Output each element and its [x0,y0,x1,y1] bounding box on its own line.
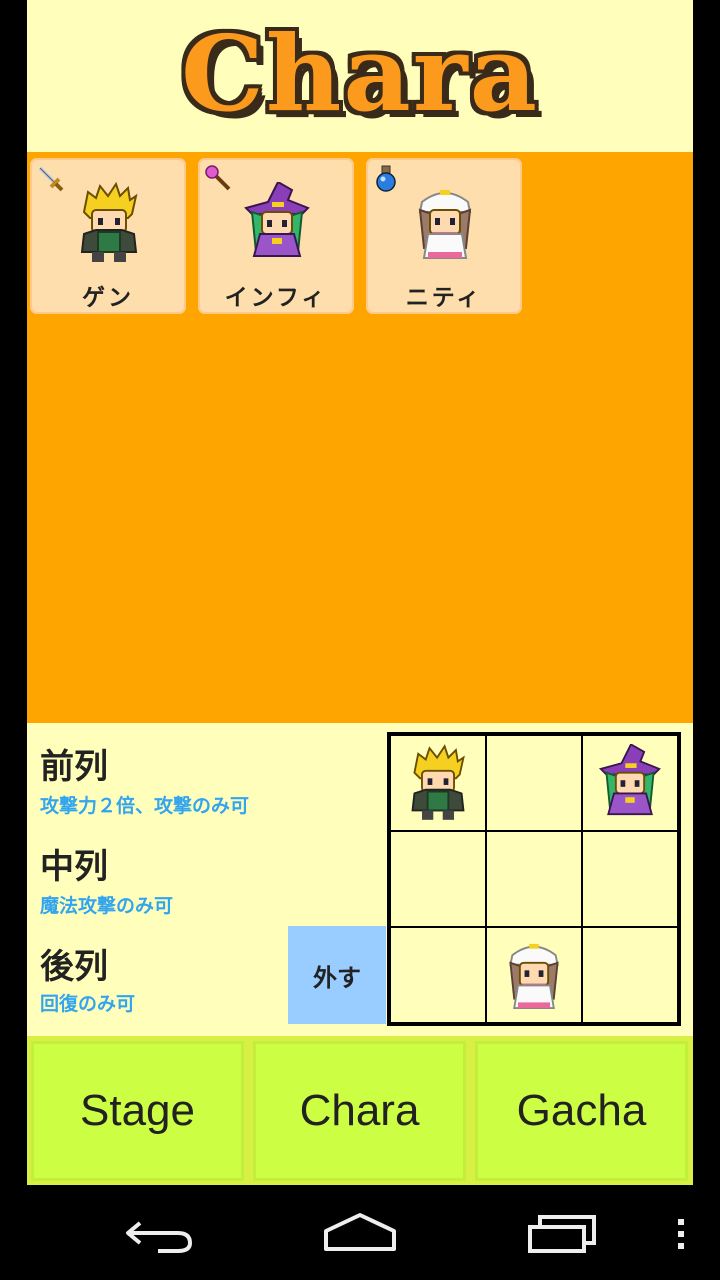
healer-sprite [419,189,471,259]
character-card-gen[interactable]: ゲン [30,158,186,314]
back-icon[interactable] [124,1215,196,1255]
grid-cell-back-left[interactable] [390,927,486,1023]
grid-cell-middle-right[interactable] [582,831,678,927]
grid-cell-front-center[interactable] [486,735,582,831]
recents-icon[interactable] [526,1213,598,1255]
potion-icon [376,165,396,192]
grid-cell-middle-center[interactable] [486,831,582,927]
character-name: ゲン [82,285,134,311]
healer-sprite [509,943,559,1009]
character-name: インフィ [224,285,328,311]
back-row-desc: 回復のみ可 [40,993,136,1015]
witch-sprite [245,182,309,257]
title-bar: Chara [27,0,693,152]
character-card-nity[interactable]: ニティ [366,158,522,314]
middle-row-label: 中列 [40,847,108,887]
formation-grid [387,732,681,1026]
system-nav-bar [0,1185,720,1280]
swordsman-sprite [411,745,465,821]
menu-icon[interactable] [674,1217,688,1251]
sword-icon [38,166,64,192]
character-list: ゲン インフィ ニティ [27,152,693,723]
back-row-label: 後列 [40,947,108,987]
grid-cell-front-right[interactable] [582,735,678,831]
witch-sprite [599,744,661,816]
grid-cell-back-center[interactable] [486,927,582,1023]
character-card-infi[interactable]: インフィ [198,158,354,314]
front-row-desc: 攻撃力２倍、攻撃のみ可 [40,795,250,817]
stage-button[interactable]: Stage [31,1041,244,1181]
wand-icon [205,165,231,191]
grid-cell-back-right[interactable] [582,927,678,1023]
chara-button[interactable]: Chara [253,1041,466,1181]
page-title: Chara [181,12,539,135]
formation-panel: 前列 攻撃力２倍、攻撃のみ可 中列 魔法攻撃のみ可 後列 回復のみ可 外す [27,723,693,1036]
gacha-button[interactable]: Gacha [475,1041,688,1181]
grid-cell-middle-left[interactable] [390,831,486,927]
remove-button[interactable]: 外す [288,926,386,1024]
character-name: ニティ [405,285,483,311]
swordsman-sprite [81,183,137,263]
app-screen: Chara ゲン インフィ ニティ 前列 攻撃力２倍、攻撃のみ可 中列 魔法攻撃… [27,0,693,1185]
home-icon[interactable] [322,1211,398,1253]
bottom-nav: Stage Chara Gacha [27,1036,693,1185]
middle-row-desc: 魔法攻撃のみ可 [40,895,174,917]
front-row-label: 前列 [40,747,108,787]
grid-cell-front-left[interactable] [390,735,486,831]
